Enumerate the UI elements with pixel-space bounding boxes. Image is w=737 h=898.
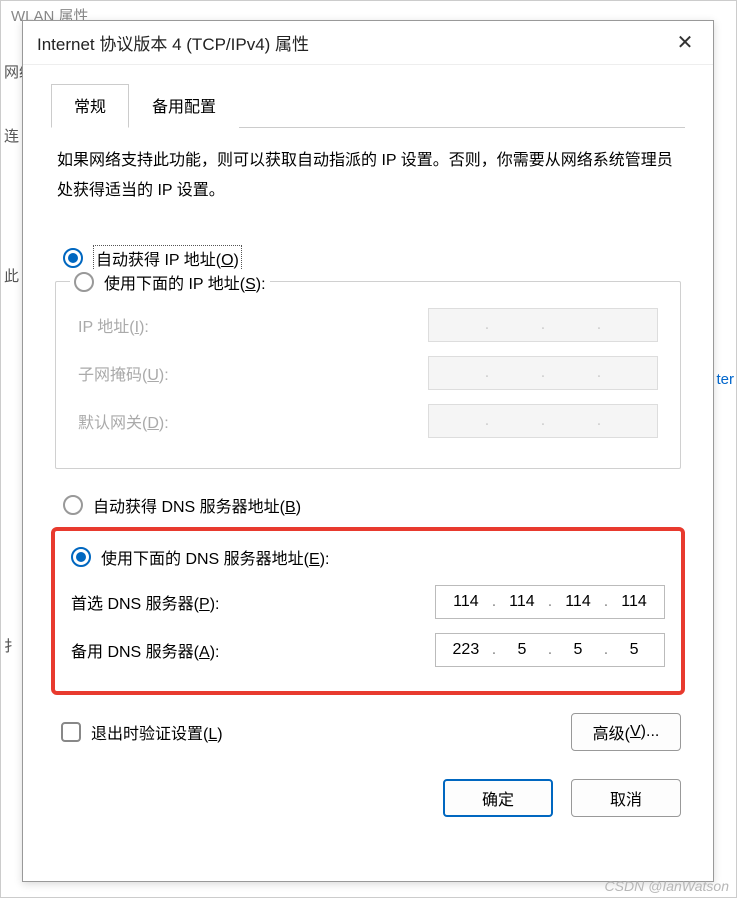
ipv4-properties-dialog: Internet 协议版本 4 (TCP/IPv4) 属性 ✕ 常规 备用配置 … xyxy=(22,20,714,882)
validate-label: 退出时验证设置(L) xyxy=(91,720,223,744)
tab-strip: 常规 备用配置 xyxy=(51,83,685,128)
ip-manual-row[interactable]: 使用下面的 IP 地址(S): xyxy=(70,270,270,294)
tab-general[interactable]: 常规 xyxy=(51,84,129,128)
cancel-button[interactable]: 取消 xyxy=(571,779,681,817)
dialog-content: 常规 备用配置 如果网络支持此功能，则可以获取自动指派的 IP 设置。否则，你需… xyxy=(23,65,713,833)
gateway-label: 默认网关(D): xyxy=(78,409,169,433)
radio-icon xyxy=(63,248,83,268)
dns-auto-row[interactable]: 自动获得 DNS 服务器地址(B) xyxy=(63,493,685,517)
advanced-button[interactable]: 高级(V)... xyxy=(571,713,681,751)
bg-label-this: 此 xyxy=(4,265,19,286)
preferred-dns-row: 首选 DNS 服务器(P): 114. 114. 114. 114 xyxy=(71,585,665,619)
alternate-dns-row: 备用 DNS 服务器(A): 223. 5. 5. 5 xyxy=(71,633,665,667)
dialog-buttons: 确定 取消 xyxy=(51,779,685,817)
ip-manual-label: 使用下面的 IP 地址(S): xyxy=(104,270,266,294)
gateway-row: 默认网关(D): ... xyxy=(78,404,658,438)
dialog-title: Internet 协议版本 4 (TCP/IPv4) 属性 xyxy=(37,30,309,55)
description-text: 如果网络支持此功能，则可以获取自动指派的 IP 设置。否则，你需要从网络系统管理… xyxy=(57,146,679,207)
bg-label-conn: 连 xyxy=(4,125,19,146)
radio-icon xyxy=(74,272,94,292)
dns-manual-label: 使用下面的 DNS 服务器地址(E): xyxy=(101,545,329,569)
ok-button[interactable]: 确定 xyxy=(443,779,553,817)
close-icon[interactable]: ✕ xyxy=(671,29,699,57)
ip-address-input: ... xyxy=(428,308,658,342)
dns-highlight-box: 使用下面的 DNS 服务器地址(E): 首选 DNS 服务器(P): 114. … xyxy=(51,527,685,695)
radio-icon xyxy=(71,547,91,567)
subnet-mask-label: 子网掩码(U): xyxy=(78,361,169,385)
alternate-dns-label: 备用 DNS 服务器(A): xyxy=(71,638,219,662)
bg-label-edit: 扌 xyxy=(4,635,19,656)
preferred-dns-input[interactable]: 114. 114. 114. 114 xyxy=(435,585,665,619)
ip-address-row: IP 地址(I): ... xyxy=(78,308,658,342)
ip-auto-row[interactable]: 自动获得 IP 地址(O) xyxy=(63,245,685,271)
preferred-dns-label: 首选 DNS 服务器(P): xyxy=(71,590,219,614)
radio-icon xyxy=(63,495,83,515)
alternate-dns-input[interactable]: 223. 5. 5. 5 xyxy=(435,633,665,667)
tab-alternate[interactable]: 备用配置 xyxy=(129,84,239,128)
bottom-row: 退出时验证设置(L) 高级(V)... xyxy=(61,713,681,751)
titlebar: Internet 协议版本 4 (TCP/IPv4) 属性 ✕ xyxy=(23,21,713,65)
subnet-mask-input: ... xyxy=(428,356,658,390)
validate-checkbox-row[interactable]: 退出时验证设置(L) xyxy=(61,720,223,744)
ip-auto-label: 自动获得 IP 地址(O) xyxy=(93,245,242,271)
checkbox-icon xyxy=(61,722,81,742)
gateway-input: ... xyxy=(428,404,658,438)
bg-link-fragment: ter xyxy=(716,371,734,388)
subnet-mask-row: 子网掩码(U): ... xyxy=(78,356,658,390)
dns-manual-row[interactable]: 使用下面的 DNS 服务器地址(E): xyxy=(71,545,667,569)
ip-address-label: IP 地址(I): xyxy=(78,313,149,337)
ip-manual-group: 使用下面的 IP 地址(S): IP 地址(I): ... 子网掩码(U): .… xyxy=(55,281,681,469)
watermark: CSDN @IanWatson xyxy=(605,878,729,894)
dns-auto-label: 自动获得 DNS 服务器地址(B) xyxy=(93,493,301,517)
